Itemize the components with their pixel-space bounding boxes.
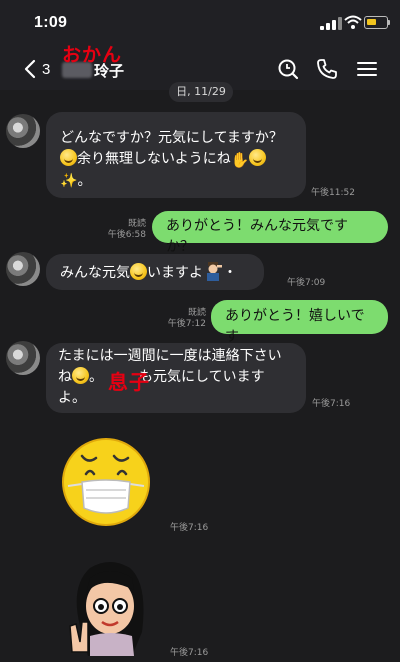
- message-text: 。: [77, 173, 92, 189]
- unread-count[interactable]: 3: [42, 61, 50, 78]
- message-bubble-outgoing[interactable]: ありがとう！みんな元気ですか？: [152, 211, 388, 255]
- message-text: どんなですか？元気にしてますか？: [60, 130, 283, 146]
- annotation-musuko: 息子: [108, 370, 150, 394]
- smile-emoji-icon: [72, 367, 89, 384]
- message-time: 午後7:16: [312, 399, 351, 409]
- message-time: 午後7:16: [170, 648, 209, 658]
- battery-tip: [388, 20, 390, 25]
- search-icon[interactable]: [276, 57, 300, 81]
- message-bubble-incoming[interactable]: どんなですか？元気にしてますか？ 余り無理しないようにね✋ ✨。: [46, 112, 306, 198]
- avatar[interactable]: [6, 341, 40, 375]
- message-text: ありがとう！みんな元気ですか？: [166, 218, 348, 255]
- cellular-signal-icon: [320, 17, 342, 30]
- annotation-okan: おかん: [62, 44, 123, 66]
- message-text: ありがとう！嬉しいです: [225, 308, 365, 345]
- message-text: みんな元気: [60, 265, 130, 281]
- message-bubble-incoming[interactable]: たまには一週間に一度は連絡下さい ね 。 も元気にしています よ。: [46, 343, 306, 413]
- message-text: たまには一週間に一度は連絡下さい: [58, 348, 282, 364]
- smile-emoji-icon: [249, 149, 267, 166]
- message-bubble-incoming[interactable]: みんな元気 いますよ ・: [46, 254, 264, 290]
- sparkles-icon: ✨: [60, 173, 78, 189]
- read-receipt: 既読: [187, 308, 206, 318]
- message-text: 余り無理しないようにね: [77, 151, 231, 167]
- message-time: 午後7:12: [167, 319, 206, 329]
- read-receipt: 既読: [127, 219, 146, 229]
- wifi-icon: [344, 15, 362, 29]
- grin-emoji-icon: [60, 149, 77, 166]
- mask-face-sticker[interactable]: [60, 436, 152, 528]
- peace-girl-sticker[interactable]: [60, 556, 160, 656]
- avatar[interactable]: [6, 252, 40, 286]
- message-bubble-outgoing[interactable]: ありがとう！嬉しいです: [211, 300, 388, 345]
- message-text: よ。: [58, 390, 86, 406]
- message-time: 午後6:58: [107, 230, 146, 240]
- phone-icon[interactable]: [315, 57, 339, 81]
- message-text: いますよ: [147, 265, 203, 281]
- message-text: も元気にしています: [139, 369, 265, 385]
- date-divider: 日, 11/29: [169, 82, 233, 102]
- message-time: 午後7:16: [170, 523, 209, 533]
- status-time: 1:09: [34, 14, 68, 31]
- message-text: ・: [223, 265, 237, 281]
- back-chevron-icon[interactable]: [22, 59, 38, 79]
- saluting-man-icon: [207, 262, 222, 281]
- message-text: 。: [89, 369, 103, 385]
- message-time: 午後11:52: [311, 188, 355, 198]
- smile-emoji-icon: [130, 263, 147, 280]
- waving-hand-icon: ✋: [230, 151, 250, 169]
- battery-icon: [364, 16, 388, 29]
- avatar[interactable]: [6, 114, 40, 148]
- message-time: 午後7:09: [287, 278, 326, 288]
- menu-icon[interactable]: [355, 57, 379, 81]
- message-text: ね: [58, 369, 72, 385]
